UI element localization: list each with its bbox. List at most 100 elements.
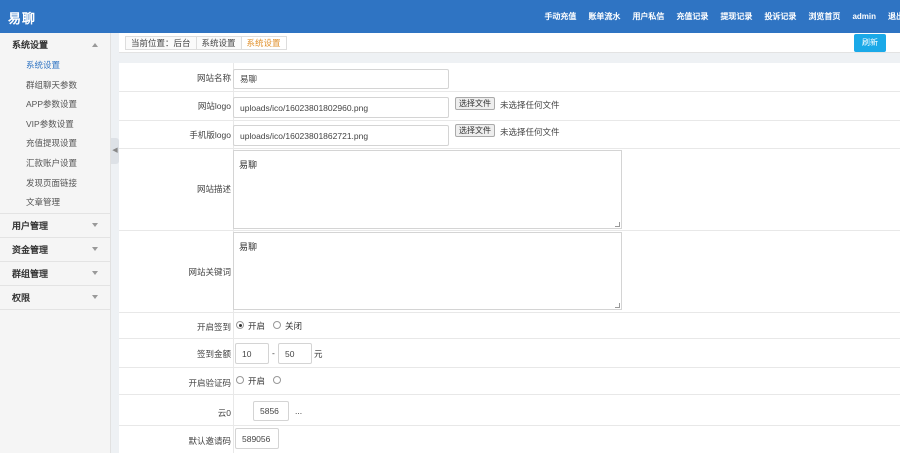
form-row-site-name: 网站名称 易聊: [119, 63, 900, 92]
divider: [233, 339, 234, 367]
form-row-signin-amount: 签到金额 10 - 50 元: [119, 339, 900, 368]
chevron-down-icon: [92, 223, 98, 228]
menu-group-permissions: 权限: [0, 286, 110, 310]
sidebar-item-articles[interactable]: 文章管理: [0, 193, 110, 213]
divider: [233, 368, 234, 394]
refresh-button[interactable]: 刷新: [854, 34, 886, 52]
field-label: 手机版logo: [189, 130, 231, 140]
menu-group-funds: 资金管理: [0, 238, 110, 262]
sidebar-item-remit-accounts[interactable]: 汇款账户设置: [0, 154, 110, 174]
signin-off-radio[interactable]: [273, 321, 281, 329]
site-logo-choose-file-button[interactable]: 选择文件: [455, 97, 495, 110]
field-label: 网站logo: [197, 101, 231, 111]
breadcrumb-current: 系统设置: [240, 36, 287, 50]
nav-withdraw-records[interactable]: 提现记录: [720, 11, 752, 22]
menu-head-users[interactable]: 用户管理: [0, 214, 110, 237]
menu-head-label: 群组管理: [12, 268, 49, 279]
sidebar-collapse-handle[interactable]: ◀: [111, 138, 119, 164]
divider: [233, 426, 234, 453]
signin-off-label: 关闭: [285, 321, 303, 331]
brand-logo: 易聊: [8, 11, 37, 26]
breadcrumb: 当前位置：后台 系统设置 系统设置: [125, 36, 287, 50]
site-description-text: 易聊: [239, 160, 258, 170]
top-bar: 易聊 手动充值 账单流水 用户私信 充值记录 提现记录 投诉记录 浏览首页 ad…: [0, 0, 900, 33]
sidebar-item-system-settings[interactable]: 系统设置: [0, 56, 110, 76]
top-nav: 手动充值 账单流水 用户私信 充值记录 提现记录 投诉记录 浏览首页 admin…: [532, 0, 900, 33]
menu-head-label: 权限: [12, 292, 31, 303]
breadcrumb-section[interactable]: 系统设置: [195, 36, 242, 50]
menu-head-funds[interactable]: 资金管理: [0, 238, 110, 261]
sidebar: 系统设置 系统设置 群组聊天参数 APP参数设置 VIP参数设置 充值提现设置 …: [0, 33, 111, 453]
resize-grip-icon[interactable]: [615, 303, 620, 308]
field-label: 云0: [217, 408, 231, 418]
breadcrumb-bar: 当前位置：后台 系统设置 系统设置 刷新: [119, 33, 900, 53]
site-name-input[interactable]: 易聊: [233, 69, 449, 89]
menu-head-groups[interactable]: 群组管理: [0, 262, 110, 285]
nav-user-messages[interactable]: 用户私信: [632, 11, 664, 22]
form-row-site-keywords: 网站关键词 易聊: [119, 231, 900, 313]
nav-logout[interactable]: 退出: [888, 11, 900, 22]
nav-recharge-records[interactable]: 充值记录: [676, 11, 708, 22]
signin-amount-max-input[interactable]: 50: [278, 343, 312, 364]
captcha-off-radio[interactable]: [273, 376, 281, 384]
field-label: 默认邀请码: [188, 436, 231, 446]
chevron-down-icon: [92, 247, 98, 252]
nav-view-home[interactable]: 浏览首页: [808, 11, 840, 22]
mobile-logo-file-status: 未选择任何文件: [500, 127, 560, 137]
nav-complaint-records[interactable]: 投诉记录: [764, 11, 796, 22]
sidebar-item-app-params[interactable]: APP参数设置: [0, 95, 110, 115]
nav-bill-flow[interactable]: 账单流水: [588, 11, 620, 22]
misc-value-input[interactable]: 5856: [253, 401, 289, 421]
sidebar-item-group-chat-params[interactable]: 群组聊天参数: [0, 76, 110, 96]
form-row-invite-code: 默认邀请码 589056: [119, 426, 900, 453]
field-label: 签到金额: [196, 349, 231, 359]
field-label: 开启验证码: [188, 378, 231, 388]
sidebar-item-recharge-withdraw[interactable]: 充值提现设置: [0, 134, 110, 154]
invite-code-input[interactable]: 589056: [235, 428, 279, 449]
form-row-mobile-logo: 手机版logo uploads/ico/16023801862721.png 选…: [119, 121, 900, 149]
menu-head-permissions[interactable]: 权限: [0, 286, 110, 309]
site-logo-file-status: 未选择任何文件: [500, 100, 560, 110]
field-label: 网站描述: [196, 184, 231, 194]
divider: [233, 313, 234, 338]
menu-head-label: 用户管理: [12, 220, 49, 231]
site-logo-path-input[interactable]: uploads/ico/16023801802960.png: [233, 97, 449, 118]
form-row-signin: 开启签到 开启 关闭: [119, 313, 900, 339]
resize-grip-icon[interactable]: [615, 222, 620, 227]
captcha-on-radio[interactable]: [236, 376, 244, 384]
signin-on-radio[interactable]: [236, 321, 244, 329]
sidebar-item-vip-params[interactable]: VIP参数设置: [0, 115, 110, 135]
signin-on-label: 开启: [248, 321, 266, 331]
form-row-site-description: 网站描述 易聊: [119, 149, 900, 231]
range-separator: -: [272, 348, 275, 358]
settings-form: 网站名称 易聊 网站logo uploads/ico/1602380180296…: [119, 63, 900, 453]
menu-group-system: 系统设置 系统设置 群组聊天参数 APP参数设置 VIP参数设置 充值提现设置 …: [0, 33, 110, 214]
chevron-down-icon: [92, 271, 98, 276]
nav-manual-recharge[interactable]: 手动充值: [544, 11, 576, 22]
site-description-textarea[interactable]: 易聊: [233, 150, 622, 229]
menu-head-label: 资金管理: [12, 244, 49, 255]
chevron-up-icon: [92, 42, 98, 47]
captcha-on-label: 开启: [248, 376, 266, 386]
misc-suffix: ...: [295, 406, 303, 416]
site-keywords-text: 易聊: [239, 242, 258, 252]
nav-admin-user[interactable]: admin: [852, 12, 876, 21]
divider: [233, 395, 234, 425]
menu-group-groups: 群组管理: [0, 262, 110, 286]
mobile-logo-choose-file-button[interactable]: 选择文件: [455, 124, 495, 137]
sidebar-item-discover-links[interactable]: 发现页面链接: [0, 174, 110, 194]
mobile-logo-path-input[interactable]: uploads/ico/16023801862721.png: [233, 125, 449, 146]
field-label: 开启签到: [196, 322, 231, 332]
menu-head-system[interactable]: 系统设置: [0, 33, 110, 56]
signin-amount-min-input[interactable]: 10: [235, 343, 269, 364]
menu-group-users: 用户管理: [0, 214, 110, 238]
field-label: 网站关键词: [188, 267, 231, 277]
chevron-down-icon: [92, 295, 98, 300]
form-row-misc: 云0 5856 ...: [119, 395, 900, 426]
currency-unit: 元: [314, 349, 323, 359]
breadcrumb-location[interactable]: 当前位置：后台: [125, 36, 197, 50]
site-keywords-textarea[interactable]: 易聊: [233, 232, 622, 310]
submenu-system: 系统设置 群组聊天参数 APP参数设置 VIP参数设置 充值提现设置 汇款账户设…: [0, 56, 110, 213]
menu-head-label: 系统设置: [12, 40, 49, 50]
form-row-site-logo: 网站logo uploads/ico/16023801802960.png 选择…: [119, 92, 900, 121]
